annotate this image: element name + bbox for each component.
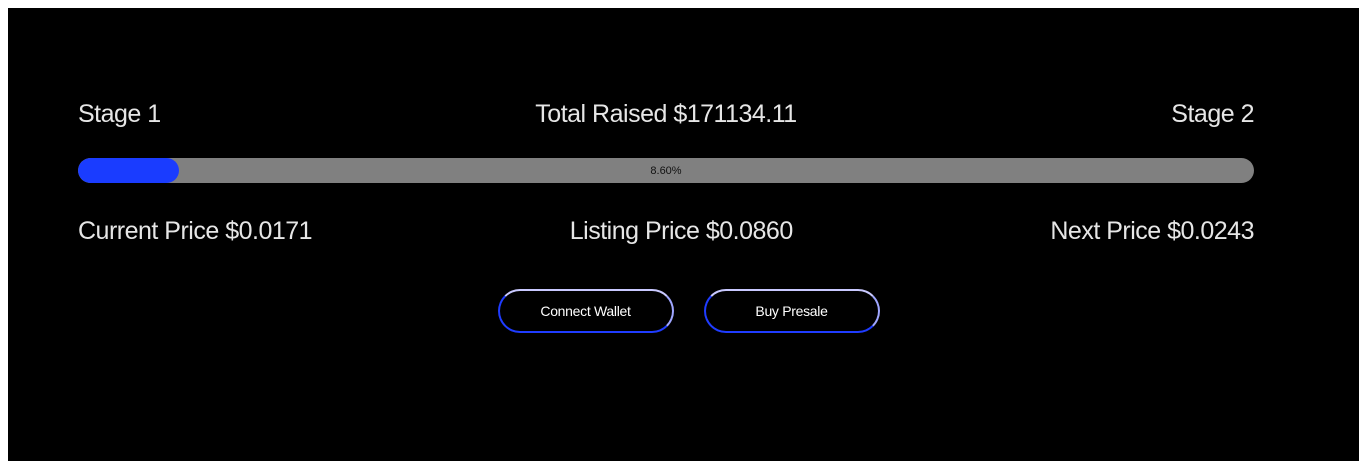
action-buttons: Connect Wallet Buy Presale <box>8 289 1359 333</box>
progress-percent-label: 8.60% <box>650 164 682 177</box>
next-price-label: Next Price $0.0243 <box>1050 216 1254 245</box>
current-stage-label: Stage 1 <box>78 99 161 128</box>
buy-presale-button[interactable]: Buy Presale <box>703 289 880 333</box>
presale-progress-bar: 8.60% <box>78 158 1254 183</box>
current-price-label: Current Price $0.0171 <box>78 216 313 245</box>
next-stage-label: Stage 2 <box>1171 99 1254 128</box>
listing-price-label: Listing Price $0.0860 <box>569 216 793 245</box>
stage-header-row: Stage 1 Total Raised $171134.11 Stage 2 <box>78 98 1254 130</box>
total-raised-label: Total Raised $171134.11 <box>535 99 797 128</box>
connect-wallet-button[interactable]: Connect Wallet <box>497 289 674 333</box>
price-row: Current Price $0.0171 Listing Price $0.0… <box>78 215 1254 247</box>
presale-panel: Stage 1 Total Raised $171134.11 Stage 2 … <box>8 8 1359 461</box>
